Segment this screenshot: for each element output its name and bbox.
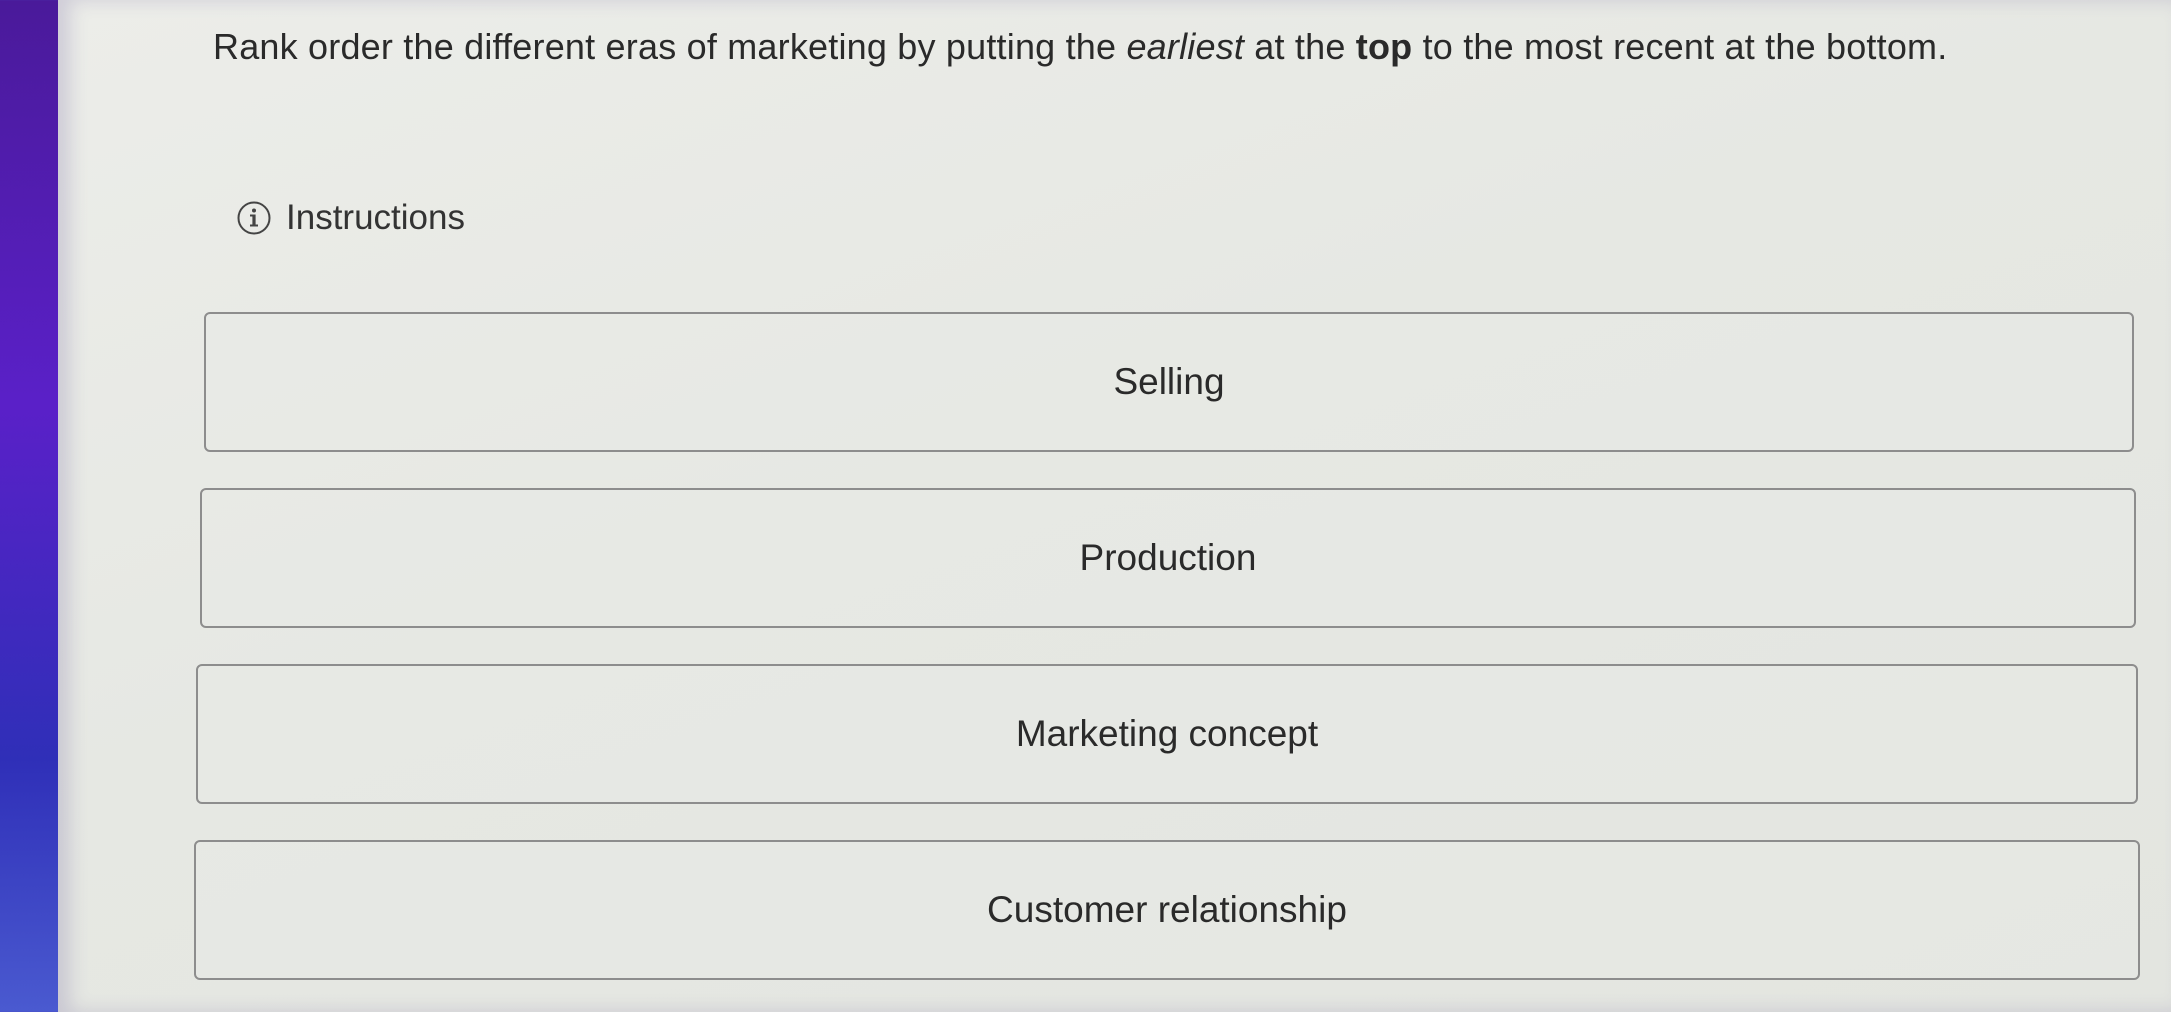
rank-item-label: Selling — [1113, 361, 1225, 402]
instructions-toggle[interactable]: Instructions — [236, 198, 465, 238]
question-panel: Rank order the different eras of marketi… — [58, 0, 2171, 1012]
prompt-text-1: Rank order the different eras of marketi… — [213, 26, 1127, 67]
info-icon — [236, 200, 272, 236]
rank-item-label: Production — [1079, 537, 1257, 578]
prompt-emphasis-top: top — [1355, 26, 1413, 67]
rank-item-label: Customer relationship — [987, 889, 1347, 930]
prompt-text-2: at the — [1244, 26, 1356, 67]
rank-item-customer-relationship[interactable]: Customer relationship — [194, 840, 2140, 980]
rank-item-marketing-concept[interactable]: Marketing concept — [196, 664, 2138, 804]
rank-item-label: Marketing concept — [1015, 713, 1319, 754]
rank-list: Selling Production Marketing concept Cus… — [194, 312, 2140, 1012]
prompt-emphasis-earliest: earliest — [1126, 26, 1245, 67]
rank-item-production[interactable]: Production — [200, 488, 2136, 628]
question-prompt: Rank order the different eras of marketi… — [213, 26, 1947, 68]
rank-item-selling[interactable]: Selling — [204, 312, 2134, 452]
prompt-text-3: to the most recent at the bottom. — [1412, 26, 1948, 67]
instructions-label: Instructions — [286, 198, 465, 237]
